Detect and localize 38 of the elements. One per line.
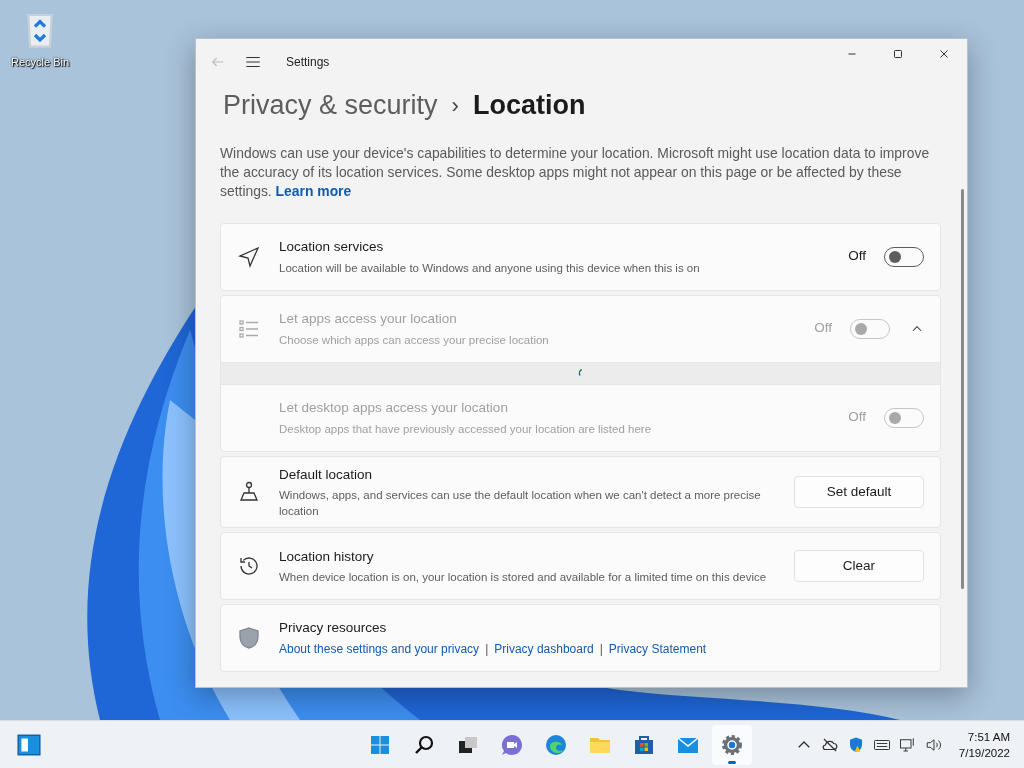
privacy-link[interactable]: Privacy Statement xyxy=(608,639,707,658)
gear-icon xyxy=(720,732,744,757)
toggle-state-label: Off xyxy=(814,319,832,338)
clock-time[interactable]: 7:51 AM xyxy=(967,728,1010,745)
link-separator: | xyxy=(599,640,603,658)
action-button[interactable]: Clear xyxy=(794,549,924,582)
setting-description: Location will be available to Windows and anyone using this device when this is on xyxy=(279,260,701,276)
privacy-link[interactable]: Privacy dashboard xyxy=(494,639,594,658)
learn-more-link[interactable]: Learn more xyxy=(275,182,352,199)
setting-title: Privacy resources xyxy=(279,618,388,637)
setting-description: Desktop apps that have previously accessed your location are listed here xyxy=(279,421,653,437)
toggle-state-label: Off xyxy=(848,408,866,427)
privacy-link[interactable]: About these settings and your privacy xyxy=(279,639,480,658)
setting-title: Location history xyxy=(279,547,375,566)
page-title: Location xyxy=(472,89,586,122)
description-text: Windows can use your device's capabilities to determine your location. Microsoft might use location data to improve the accuracy of its location services. Some desktop apps might not appear on this page or be affected by these settings. Learn more xyxy=(220,143,931,201)
maximize-icon xyxy=(891,47,905,61)
setting-title: Let desktop apps access your location xyxy=(279,399,509,418)
shield-icon xyxy=(237,625,261,650)
breadcrumb-link[interactable]: Privacy & security xyxy=(223,85,438,126)
link-separator: | xyxy=(485,640,489,658)
window-title: Settings xyxy=(286,54,330,71)
breadcrumb-separator: › xyxy=(451,91,459,120)
browser-icon xyxy=(544,732,568,757)
setting-description: Choose which apps can access your precise location xyxy=(279,332,550,348)
scrollbar[interactable] xyxy=(961,189,964,589)
map-pin-icon xyxy=(237,479,261,504)
setting-title: Let apps access your location xyxy=(279,310,458,329)
navigation-arrow-icon xyxy=(237,244,261,269)
toggle-state-label: Off xyxy=(848,247,866,266)
setting-title: Location services xyxy=(279,238,385,257)
setting-description: When device location is on, your location is stored and available for a limited time on this device xyxy=(279,569,768,585)
setting-description: Windows, apps, and services can use the default location when we can't detect a more precise location xyxy=(279,487,762,519)
chat-bubble-icon xyxy=(500,732,524,757)
action-button[interactable]: Set default xyxy=(794,475,924,508)
network-icon[interactable] xyxy=(898,735,917,754)
setting-title: Default location xyxy=(279,465,374,484)
clock-date[interactable]: 7/19/2022 xyxy=(958,744,1010,761)
